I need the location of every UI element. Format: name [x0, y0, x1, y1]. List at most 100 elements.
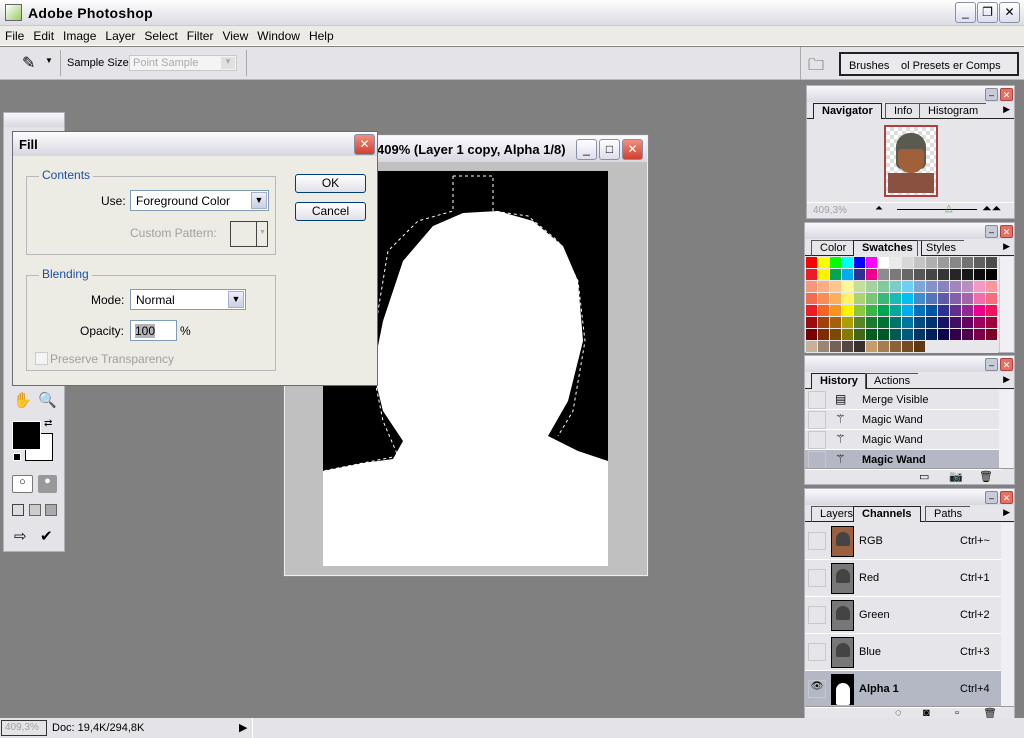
color-swatch[interactable]	[962, 257, 973, 268]
panel-menu-icon[interactable]: ▶	[1003, 241, 1010, 252]
panel-close-button[interactable]: ✕	[1000, 358, 1013, 371]
panel-minimize-button[interactable]: –	[985, 225, 998, 238]
sample-size-select[interactable]: Point Sample ▼	[129, 55, 237, 71]
color-swatch[interactable]	[806, 341, 817, 352]
panel-close-button[interactable]: ✕	[1000, 225, 1013, 238]
color-swatch[interactable]	[938, 305, 949, 316]
color-swatch[interactable]	[854, 305, 865, 316]
color-swatch[interactable]	[902, 257, 913, 268]
menu-file[interactable]: File	[0, 26, 28, 43]
color-swatch[interactable]	[902, 341, 913, 352]
history-scrollbar[interactable]	[999, 390, 1013, 468]
menu-view[interactable]: View	[217, 26, 252, 43]
color-swatch[interactable]	[962, 305, 973, 316]
color-swatch[interactable]	[818, 281, 829, 292]
tab-color[interactable]: Color	[811, 240, 855, 256]
color-swatch[interactable]	[914, 293, 925, 304]
color-swatch[interactable]	[962, 329, 973, 340]
color-swatch[interactable]	[938, 317, 949, 328]
doc-maximize-button[interactable]: □	[599, 139, 620, 160]
history-state[interactable]: ▤ Merge Visible	[805, 390, 1001, 410]
color-swatch[interactable]	[878, 317, 889, 328]
color-swatch[interactable]	[818, 329, 829, 340]
color-swatch[interactable]	[914, 257, 925, 268]
zoom-slider-thumb[interactable]: △	[945, 203, 953, 214]
screen-mode-full-menu-button[interactable]	[29, 504, 41, 516]
menu-layer[interactable]: Layer	[100, 26, 139, 43]
hand-tool-icon[interactable]: ✋	[13, 391, 32, 409]
color-swatch[interactable]	[842, 281, 853, 292]
color-swatch[interactable]	[830, 269, 841, 280]
swatches-scrollbar[interactable]	[999, 257, 1013, 352]
color-swatch[interactable]	[950, 281, 961, 292]
color-swatch[interactable]	[854, 317, 865, 328]
channel-row[interactable]: 👁 Alpha 1 Ctrl+4	[805, 671, 1001, 708]
color-swatch[interactable]	[962, 317, 973, 328]
color-swatch[interactable]	[830, 281, 841, 292]
color-swatch[interactable]	[962, 281, 973, 292]
quick-mask-button[interactable]: ●	[38, 475, 57, 493]
color-swatch[interactable]	[986, 305, 997, 316]
color-swatch[interactable]	[842, 341, 853, 352]
color-swatch[interactable]	[950, 293, 961, 304]
color-swatch[interactable]	[854, 341, 865, 352]
zoom-in-icon[interactable]: ⏶⏶	[982, 201, 1001, 216]
color-swatch[interactable]	[842, 317, 853, 328]
color-swatch[interactable]	[890, 269, 901, 280]
color-swatch[interactable]	[842, 305, 853, 316]
checkmark-icon[interactable]: ✔	[40, 527, 53, 545]
channel-row[interactable]: Green Ctrl+2	[805, 597, 1001, 634]
color-swatch[interactable]	[914, 281, 925, 292]
color-swatch[interactable]	[950, 269, 961, 280]
tool-preset-chevron-icon[interactable]: ▼	[45, 56, 53, 65]
navigator-thumbnail[interactable]	[884, 125, 938, 197]
color-swatch[interactable]	[962, 269, 973, 280]
color-swatch[interactable]	[806, 281, 817, 292]
color-swatch[interactable]	[926, 257, 937, 268]
color-swatch[interactable]	[986, 281, 997, 292]
color-swatch[interactable]	[986, 317, 997, 328]
menu-help[interactable]: Help	[304, 26, 338, 43]
color-swatch[interactable]	[926, 305, 937, 316]
color-swatch[interactable]	[914, 341, 925, 352]
visibility-toggle[interactable]	[808, 606, 826, 624]
well-tab-brushes[interactable]: Brushes	[849, 60, 889, 72]
color-swatch[interactable]	[866, 293, 877, 304]
channel-row[interactable]: Blue Ctrl+3	[805, 634, 1001, 671]
panel-menu-icon[interactable]: ▶	[1003, 104, 1010, 115]
color-swatch[interactable]	[914, 305, 925, 316]
color-swatch[interactable]	[866, 305, 877, 316]
color-swatch[interactable]	[986, 293, 997, 304]
well-tab-tool-presets[interactable]: ol Presets	[901, 60, 950, 72]
color-swatch[interactable]	[914, 329, 925, 340]
color-swatch[interactable]	[950, 329, 961, 340]
tab-histogram[interactable]: Histogram	[919, 103, 987, 119]
menu-select[interactable]: Select	[139, 26, 181, 43]
color-swatch[interactable]	[938, 257, 949, 268]
color-swatch[interactable]	[818, 341, 829, 352]
color-swatch[interactable]	[866, 257, 877, 268]
status-zoom-input[interactable]: 409,3%	[1, 720, 47, 736]
color-swatch[interactable]	[818, 317, 829, 328]
zoom-out-icon[interactable]: ⏶	[875, 203, 883, 214]
status-menu-arrow-icon[interactable]: ▶	[239, 721, 247, 734]
jump-to-imageready-icon[interactable]: ⇨	[14, 527, 27, 545]
color-swatch[interactable]	[854, 257, 865, 268]
color-swatch[interactable]	[878, 281, 889, 292]
color-swatch[interactable]	[854, 293, 865, 304]
color-swatch[interactable]	[890, 341, 901, 352]
color-swatch[interactable]	[890, 305, 901, 316]
color-swatch[interactable]	[866, 281, 877, 292]
history-state[interactable]: ⚚ Magic Wand	[805, 430, 1001, 450]
color-swatch[interactable]	[926, 269, 937, 280]
screen-mode-full-button[interactable]	[45, 504, 57, 516]
color-swatch[interactable]	[806, 293, 817, 304]
color-swatch[interactable]	[818, 257, 829, 268]
color-swatch[interactable]	[878, 269, 889, 280]
color-swatch[interactable]	[806, 329, 817, 340]
color-swatch[interactable]	[854, 269, 865, 280]
color-swatch[interactable]	[866, 329, 877, 340]
color-swatch[interactable]	[902, 281, 913, 292]
panel-minimize-button[interactable]: –	[985, 491, 998, 504]
tab-actions[interactable]: Actions	[865, 373, 919, 389]
